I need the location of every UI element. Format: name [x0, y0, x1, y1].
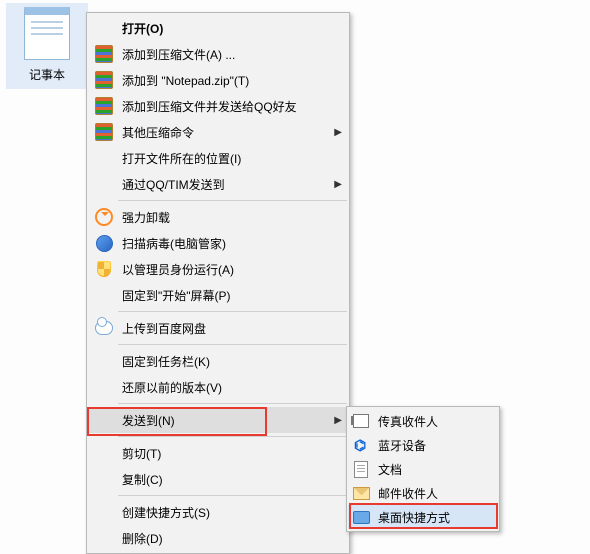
submenu-fax[interactable]: 传真收件人	[348, 409, 498, 433]
send-to-submenu: 传真收件人 ⌬ 蓝牙设备 文档 邮件收件人 桌面快捷方式	[346, 406, 500, 532]
blank-icon	[92, 377, 116, 397]
menu-send-qq-tim[interactable]: 通过QQ/TIM发送到 ▶	[88, 171, 348, 197]
submenu-fax-label: 传真收件人	[372, 413, 492, 430]
menu-pin-start[interactable]: 固定到"开始"屏幕(P)	[88, 282, 348, 308]
menu-force-uninstall[interactable]: 强力卸载	[88, 204, 348, 230]
menu-delete[interactable]: 删除(D)	[88, 525, 348, 551]
blank-icon	[92, 148, 116, 168]
submenu-arrow-icon: ▶	[328, 415, 342, 426]
menu-upload-baidu-label: 上传到百度网盘	[116, 320, 342, 337]
menu-pin-start-label: 固定到"开始"屏幕(P)	[116, 287, 342, 304]
menu-create-shortcut[interactable]: 创建快捷方式(S)	[88, 499, 348, 525]
submenu-docs[interactable]: 文档	[348, 457, 498, 481]
blank-icon	[92, 18, 116, 38]
menu-add-send-qq-label: 添加到压缩文件并发送给QQ好友	[116, 98, 342, 115]
menu-scan-virus[interactable]: 扫描病毒(电脑管家)	[88, 230, 348, 256]
notepad-glyph	[24, 7, 70, 60]
submenu-docs-label: 文档	[372, 461, 492, 478]
rar-icon	[92, 44, 116, 64]
menu-run-admin-label: 以管理员身份运行(A)	[116, 261, 342, 278]
submenu-arrow-icon: ▶	[328, 127, 342, 138]
scan-icon	[92, 233, 116, 253]
menu-add-notepad-zip-label: 添加到 "Notepad.zip"(T)	[116, 72, 342, 89]
menu-force-uninstall-label: 强力卸载	[116, 209, 342, 226]
bluetooth-icon: ⌬	[350, 435, 372, 455]
menu-copy-label: 复制(C)	[116, 471, 342, 488]
menu-separator	[118, 495, 347, 496]
menu-cut[interactable]: 剪切(T)	[88, 440, 348, 466]
cloud-icon	[92, 318, 116, 338]
menu-cut-label: 剪切(T)	[116, 445, 342, 462]
submenu-desktop-shortcut[interactable]: 桌面快捷方式	[348, 505, 498, 529]
menu-other-compress-label: 其他压缩命令	[116, 124, 328, 141]
notepad-icon[interactable]: 记事本	[6, 3, 88, 89]
menu-restore-prev-label: 还原以前的版本(V)	[116, 379, 342, 396]
menu-other-compress[interactable]: 其他压缩命令 ▶	[88, 119, 348, 145]
menu-send-to-label: 发送到(N)	[116, 412, 328, 429]
menu-pin-taskbar-label: 固定到任务栏(K)	[116, 353, 342, 370]
menu-delete-label: 删除(D)	[116, 530, 342, 547]
submenu-arrow-icon: ▶	[328, 179, 342, 190]
submenu-mail-label: 邮件收件人	[372, 485, 492, 502]
submenu-mail[interactable]: 邮件收件人	[348, 481, 498, 505]
menu-separator	[118, 403, 347, 404]
blank-icon	[92, 528, 116, 548]
menu-restore-prev[interactable]: 还原以前的版本(V)	[88, 374, 348, 400]
menu-add-archive-label: 添加到压缩文件(A) ...	[116, 46, 342, 63]
menu-scan-virus-label: 扫描病毒(电脑管家)	[116, 235, 342, 252]
rar-icon	[92, 96, 116, 116]
menu-separator	[118, 200, 347, 201]
menu-separator	[118, 344, 347, 345]
mail-icon	[350, 483, 372, 503]
shield-icon	[92, 259, 116, 279]
blank-icon	[92, 410, 116, 430]
menu-add-send-qq[interactable]: 添加到压缩文件并发送给QQ好友	[88, 93, 348, 119]
document-icon	[350, 459, 372, 479]
menu-add-archive[interactable]: 添加到压缩文件(A) ...	[88, 41, 348, 67]
desktop: 记事本 打开(O) 添加到压缩文件(A) ... 添加到 "Notepad.zi…	[0, 0, 590, 531]
menu-send-to[interactable]: 发送到(N) ▶	[88, 407, 348, 433]
submenu-desktop-shortcut-label: 桌面快捷方式	[372, 509, 492, 526]
menu-add-notepad-zip[interactable]: 添加到 "Notepad.zip"(T)	[88, 67, 348, 93]
blank-icon	[92, 285, 116, 305]
blank-icon	[92, 174, 116, 194]
blank-icon	[92, 502, 116, 522]
menu-pin-taskbar[interactable]: 固定到任务栏(K)	[88, 348, 348, 374]
menu-copy[interactable]: 复制(C)	[88, 466, 348, 492]
menu-open-label: 打开(O)	[116, 20, 342, 37]
rar-icon	[92, 122, 116, 142]
menu-run-admin[interactable]: 以管理员身份运行(A)	[88, 256, 348, 282]
menu-open-location[interactable]: 打开文件所在的位置(I)	[88, 145, 348, 171]
menu-create-shortcut-label: 创建快捷方式(S)	[116, 504, 342, 521]
blank-icon	[92, 469, 116, 489]
fax-icon	[350, 411, 372, 431]
submenu-bluetooth-label: 蓝牙设备	[372, 437, 492, 454]
rar-icon	[92, 70, 116, 90]
menu-separator	[118, 436, 347, 437]
uninstall-icon	[92, 207, 116, 227]
notepad-label: 记事本	[8, 66, 86, 83]
menu-open[interactable]: 打开(O)	[88, 15, 348, 41]
blank-icon	[92, 443, 116, 463]
context-menu: 打开(O) 添加到压缩文件(A) ... 添加到 "Notepad.zip"(T…	[86, 12, 350, 554]
desktop-icon	[350, 507, 372, 527]
menu-send-qq-tim-label: 通过QQ/TIM发送到	[116, 176, 328, 193]
menu-upload-baidu[interactable]: 上传到百度网盘	[88, 315, 348, 341]
menu-separator	[118, 311, 347, 312]
blank-icon	[92, 351, 116, 371]
submenu-bluetooth[interactable]: ⌬ 蓝牙设备	[348, 433, 498, 457]
menu-open-location-label: 打开文件所在的位置(I)	[116, 150, 342, 167]
